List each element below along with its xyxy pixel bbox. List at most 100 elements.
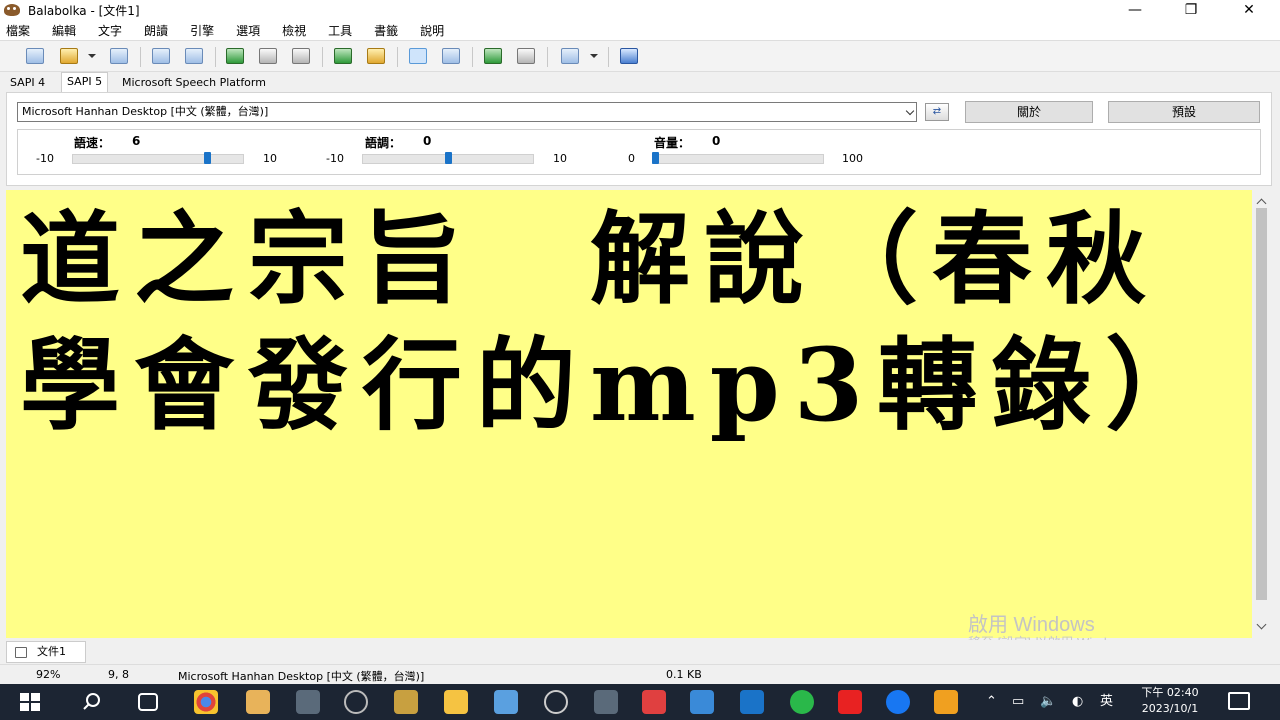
balabolka-taskbar-icon[interactable] xyxy=(246,690,270,714)
scrollbar-thumb[interactable] xyxy=(1256,208,1267,600)
pitch-value: 0 xyxy=(423,134,432,148)
clock-app-icon[interactable] xyxy=(544,690,568,714)
text-editor[interactable]: 道之宗旨 解說（春秋學會發行的mp3轉錄） xyxy=(6,190,1252,638)
clipboard-read-icon[interactable] xyxy=(334,48,352,64)
volume-slider-thumb[interactable] xyxy=(652,152,659,164)
menu-edit[interactable]: 編輯 xyxy=(52,22,76,39)
menu-file[interactable]: 檔案 xyxy=(6,22,30,39)
bookmark-icon[interactable] xyxy=(484,48,502,64)
toolbar-separator xyxy=(322,47,323,67)
about-button[interactable]: 關於 xyxy=(965,101,1093,123)
pitch-min: -10 xyxy=(326,152,344,165)
save-icon[interactable] xyxy=(110,48,128,64)
maximize-button[interactable]: ❐ xyxy=(1168,0,1214,20)
search-icon[interactable] xyxy=(80,690,104,714)
voice-select[interactable]: Microsoft Hanhan Desktop [中文 (繁體，台灣)] xyxy=(17,102,917,122)
new-file-icon[interactable] xyxy=(26,48,44,64)
video-player-icon[interactable] xyxy=(934,690,958,714)
open-dropdown-icon[interactable] xyxy=(88,54,96,58)
ime-icon[interactable]: ◐ xyxy=(1072,684,1083,720)
voice-select-value: Microsoft Hanhan Desktop [中文 (繁體，台灣)] xyxy=(22,105,269,118)
menu-engine[interactable]: 引擎 xyxy=(190,22,214,39)
start-button[interactable] xyxy=(18,690,42,714)
photo-app-icon[interactable] xyxy=(642,690,666,714)
clock-date: 2023/10/1 xyxy=(1141,702,1199,715)
default-button[interactable]: 預設 xyxy=(1108,101,1260,123)
youtube-icon[interactable] xyxy=(838,690,862,714)
media-app-icon[interactable] xyxy=(594,690,618,714)
tab-sapi4[interactable]: SAPI 4 xyxy=(5,74,50,92)
task-view-icon[interactable] xyxy=(138,693,158,711)
menu-help[interactable]: 說明 xyxy=(420,22,444,39)
volume-label: 音量： xyxy=(654,136,691,150)
title-bar: Balabolka - [文件1] — ❐ ✕ xyxy=(0,0,1280,20)
book-icon[interactable] xyxy=(442,48,460,64)
menu-speech[interactable]: 朗讀 xyxy=(144,22,168,39)
tray-language[interactable]: 英 xyxy=(1100,684,1113,720)
pitch-max: 10 xyxy=(553,152,567,165)
remote-desktop-icon[interactable] xyxy=(690,690,714,714)
scroll-down-icon[interactable] xyxy=(1256,619,1267,630)
user-taskbar-icon[interactable] xyxy=(344,690,368,714)
file-explorer-icon[interactable] xyxy=(444,690,468,714)
app-taskbar-icon[interactable] xyxy=(296,690,320,714)
scroll-up-icon[interactable] xyxy=(1256,198,1267,209)
toolbar-separator xyxy=(215,47,216,67)
rate-slider-thumb[interactable] xyxy=(204,152,211,164)
tab-speech-platform[interactable]: Microsoft Speech Platform xyxy=(117,74,271,92)
bookmark-next-icon[interactable] xyxy=(517,48,535,64)
doc-tab-1[interactable]: 文件1 xyxy=(6,641,86,663)
rate-slider[interactable] xyxy=(72,154,244,164)
pronunciation-dropdown-icon[interactable] xyxy=(590,54,598,58)
line-icon[interactable] xyxy=(790,690,814,714)
help-icon[interactable] xyxy=(620,48,638,64)
volume-icon[interactable]: 🔈 xyxy=(1040,684,1056,720)
chrome-icon[interactable] xyxy=(194,690,218,714)
status-position: 9, 8 xyxy=(108,668,129,681)
menu-bookmarks[interactable]: 書籤 xyxy=(374,22,398,39)
convert-icon[interactable] xyxy=(152,48,170,64)
menu-options[interactable]: 選項 xyxy=(236,22,260,39)
menu-view[interactable]: 檢視 xyxy=(282,22,306,39)
doc-tab-label: 文件1 xyxy=(37,645,66,658)
read-file-icon[interactable] xyxy=(367,48,385,64)
taskbar: ⌃ ▭ 🔈 ◐ 英 下午 02:40 2023/10/1 xyxy=(0,684,1280,720)
editor-text[interactable]: 道之宗旨 解說（春秋學會發行的mp3轉錄） xyxy=(20,196,1245,448)
menu-text[interactable]: 文字 xyxy=(98,22,122,39)
notification-icon[interactable] xyxy=(1228,692,1250,710)
facebook-icon[interactable] xyxy=(886,690,910,714)
minimize-button[interactable]: — xyxy=(1112,0,1158,20)
rate-min: -10 xyxy=(36,152,54,165)
tab-sapi5[interactable]: SAPI 5 xyxy=(61,72,109,92)
7zip-icon[interactable] xyxy=(394,690,418,714)
engine-tabs: SAPI 4 SAPI 5 Microsoft Speech Platform xyxy=(0,72,1280,92)
status-zoom: 92% xyxy=(36,668,61,681)
pause-icon[interactable] xyxy=(259,48,277,64)
play-icon[interactable] xyxy=(226,48,244,64)
app-icon xyxy=(4,4,20,16)
slider-group: 語速： 6 -10 10 語調： 0 -10 10 音量： 0 0 100 xyxy=(17,129,1261,175)
status-bar: 92% 9, 8 Microsoft Hanhan Desktop [中文 (繁… xyxy=(0,664,1280,684)
screen-app-icon[interactable] xyxy=(740,690,764,714)
stop-icon[interactable] xyxy=(292,48,310,64)
taskbar-clock[interactable]: 下午 02:40 2023/10/1 xyxy=(1130,685,1210,717)
chevron-down-icon xyxy=(905,106,915,116)
document-icon xyxy=(15,647,27,658)
open-file-icon[interactable] xyxy=(60,48,78,64)
editor-scrollbar[interactable] xyxy=(1252,190,1272,638)
volume-value: 0 xyxy=(712,134,721,148)
toolbar-separator xyxy=(472,47,473,67)
voice-pronunciation-icon[interactable] xyxy=(561,48,579,64)
volume-slider[interactable] xyxy=(652,154,824,164)
clipboard-monitor-icon[interactable] xyxy=(409,48,427,64)
voice-panel: Microsoft Hanhan Desktop [中文 (繁體，台灣)] ⇄ … xyxy=(6,92,1272,186)
toolbar-separator xyxy=(547,47,548,67)
menu-tools[interactable]: 工具 xyxy=(328,22,352,39)
batch-convert-icon[interactable] xyxy=(185,48,203,64)
pitch-slider-thumb[interactable] xyxy=(444,152,452,164)
tray-expand-icon[interactable]: ⌃ xyxy=(986,684,997,720)
network-icon[interactable]: ▭ xyxy=(1012,684,1024,720)
voice-refresh-icon[interactable]: ⇄ xyxy=(925,103,949,121)
network-app-icon[interactable] xyxy=(494,690,518,714)
close-button[interactable]: ✕ xyxy=(1226,0,1272,20)
